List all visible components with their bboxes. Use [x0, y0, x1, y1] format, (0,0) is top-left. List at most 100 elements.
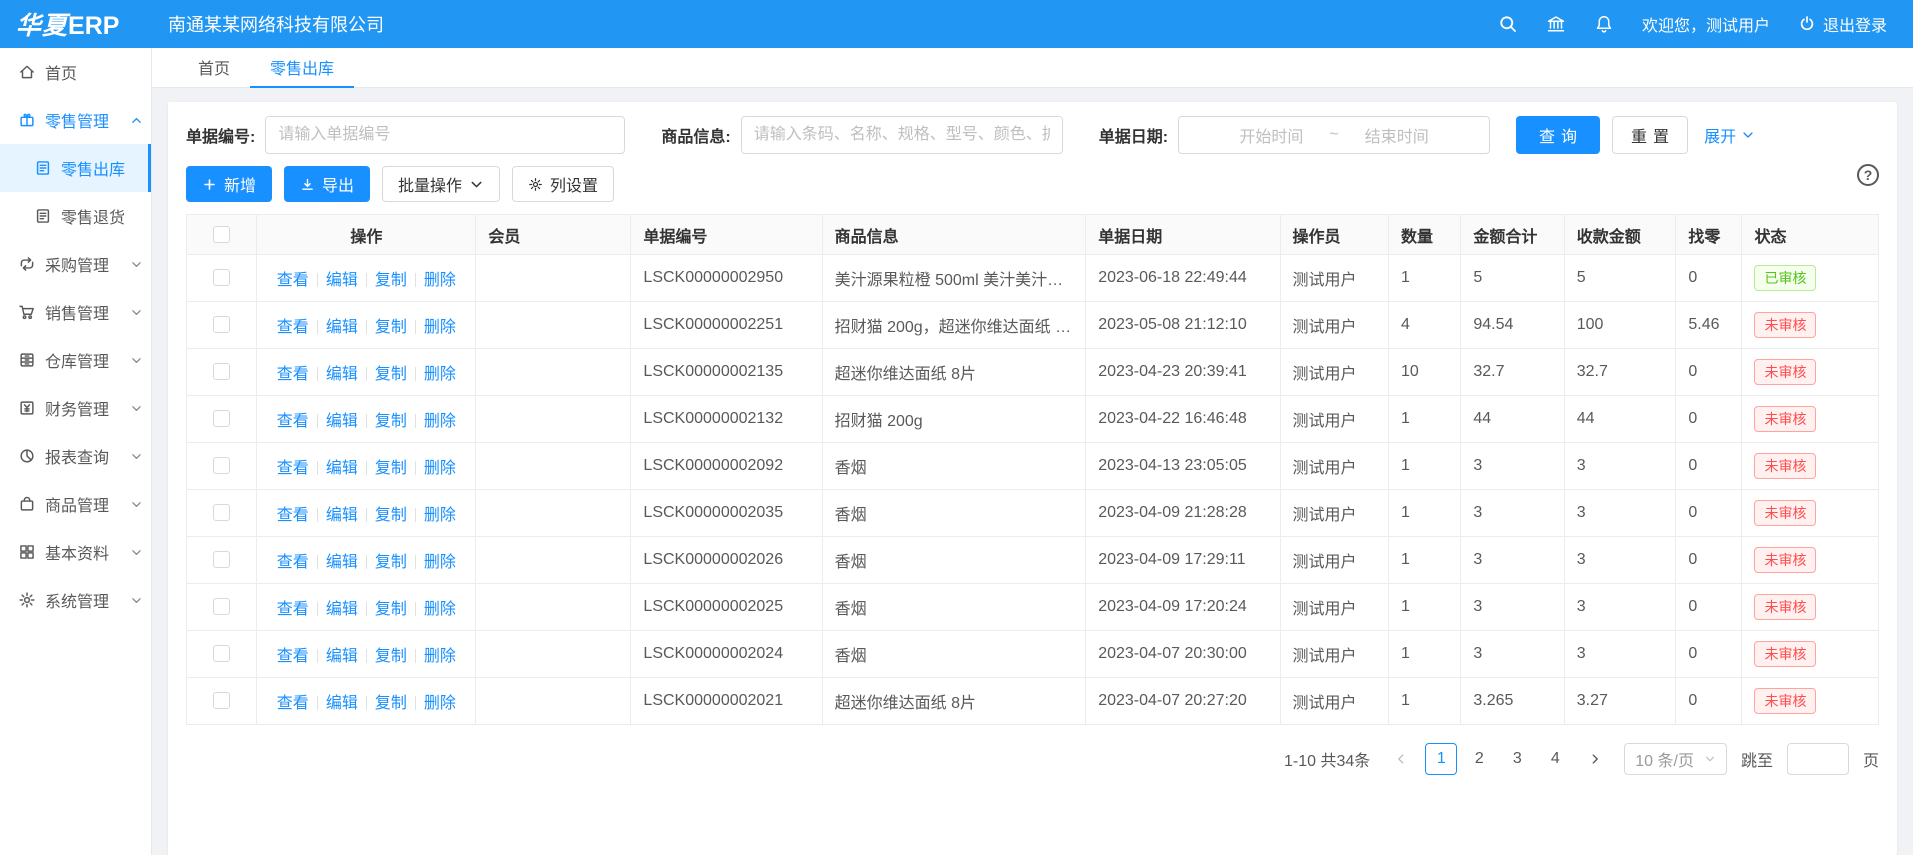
- row-checkbox[interactable]: [213, 316, 230, 333]
- row-action-view[interactable]: 查看: [277, 413, 309, 430]
- row-action-edit[interactable]: 编辑: [326, 272, 358, 289]
- pagination: 1-10 共34条 1234 10 条/页 跳至 页: [186, 743, 1879, 775]
- bell-icon[interactable]: [1594, 14, 1614, 34]
- search-icon[interactable]: [1498, 14, 1518, 34]
- row-action-delete[interactable]: 删除: [424, 319, 456, 336]
- row-action-delete[interactable]: 删除: [424, 413, 456, 430]
- help-icon[interactable]: ?: [1857, 164, 1879, 186]
- sidebar-item-report-query[interactable]: 报表查询: [0, 432, 151, 480]
- row-action-delete[interactable]: 删除: [424, 272, 456, 289]
- action-separator: [366, 461, 367, 475]
- expand-link[interactable]: 展开: [1704, 123, 1755, 147]
- row-checkbox[interactable]: [213, 692, 230, 709]
- prev-page-button[interactable]: [1386, 744, 1416, 774]
- sidebar-item-system-manage[interactable]: 系统管理: [0, 576, 151, 624]
- sidebar-item-basic-data[interactable]: 基本资料: [0, 528, 151, 576]
- row-action-delete[interactable]: 删除: [424, 695, 456, 712]
- row-action-delete[interactable]: 删除: [424, 648, 456, 665]
- row-checkbox[interactable]: [213, 269, 230, 286]
- row-action-view[interactable]: 查看: [277, 460, 309, 477]
- page-button-1[interactable]: 1: [1425, 743, 1457, 775]
- row-action-copy[interactable]: 复制: [375, 319, 407, 336]
- page-button-4[interactable]: 4: [1539, 743, 1571, 775]
- export-button[interactable]: 导出: [284, 166, 370, 202]
- column-settings-button[interactable]: 列设置: [512, 166, 614, 202]
- row-checkbox[interactable]: [213, 645, 230, 662]
- cell-change: 0: [1676, 443, 1742, 490]
- sidebar-item-label: 首页: [45, 60, 143, 84]
- sidebar-item-retail-outbound[interactable]: 零售出库: [0, 144, 151, 192]
- row-action-copy[interactable]: 复制: [375, 554, 407, 571]
- page-size-select[interactable]: 10 条/页: [1624, 743, 1727, 775]
- search-button[interactable]: 查询: [1516, 116, 1600, 154]
- row-checkbox[interactable]: [213, 551, 230, 568]
- row-checkbox[interactable]: [213, 457, 230, 474]
- row-action-edit[interactable]: 编辑: [326, 601, 358, 618]
- page-button-2[interactable]: 2: [1463, 743, 1495, 775]
- row-action-edit[interactable]: 编辑: [326, 554, 358, 571]
- chevron-down-icon: [469, 177, 484, 192]
- row-action-view[interactable]: 查看: [277, 695, 309, 712]
- bill-no-input[interactable]: [265, 116, 625, 154]
- row-action-edit[interactable]: 编辑: [326, 366, 358, 383]
- sidebar-item-purchase-manage[interactable]: 采购管理: [0, 240, 151, 288]
- action-separator: [415, 414, 416, 428]
- row-action-view[interactable]: 查看: [277, 272, 309, 289]
- row-action-view[interactable]: 查看: [277, 601, 309, 618]
- row-action-edit[interactable]: 编辑: [326, 507, 358, 524]
- tab-retail-outbound[interactable]: 零售出库: [250, 48, 354, 88]
- sidebar-item-goods-manage[interactable]: 商品管理: [0, 480, 151, 528]
- topbar: 华夏ERP 南通某某网络科技有限公司 欢迎您，测试用户 退出登录: [0, 0, 1913, 48]
- sidebar-item-warehouse-manage[interactable]: 仓库管理: [0, 336, 151, 384]
- row-action-copy[interactable]: 复制: [375, 507, 407, 524]
- reset-button[interactable]: 重置: [1612, 116, 1688, 154]
- row-action-edit[interactable]: 编辑: [326, 319, 358, 336]
- row-action-delete[interactable]: 删除: [424, 601, 456, 618]
- row-checkbox[interactable]: [213, 598, 230, 615]
- add-button[interactable]: 新增: [186, 166, 272, 202]
- tab-home[interactable]: 首页: [178, 48, 250, 88]
- row-action-copy[interactable]: 复制: [375, 366, 407, 383]
- row-action-edit[interactable]: 编辑: [326, 460, 358, 477]
- cell-bill_no: LSCK00000002251: [631, 302, 822, 349]
- row-action-copy[interactable]: 复制: [375, 695, 407, 712]
- row-action-copy[interactable]: 复制: [375, 272, 407, 289]
- sidebar-item-sales-manage[interactable]: 销售管理: [0, 288, 151, 336]
- row-checkbox[interactable]: [213, 504, 230, 521]
- row-checkbox[interactable]: [213, 363, 230, 380]
- sidebar-item-finance-manage[interactable]: 财务管理: [0, 384, 151, 432]
- row-action-delete[interactable]: 删除: [424, 460, 456, 477]
- cell-received: 3: [1564, 631, 1676, 678]
- cell-received: 3: [1564, 490, 1676, 537]
- row-action-edit[interactable]: 编辑: [326, 413, 358, 430]
- row-action-edit[interactable]: 编辑: [326, 695, 358, 712]
- row-action-delete[interactable]: 删除: [424, 507, 456, 524]
- next-page-button[interactable]: [1580, 744, 1610, 774]
- row-action-view[interactable]: 查看: [277, 366, 309, 383]
- row-action-view[interactable]: 查看: [277, 648, 309, 665]
- row-action-copy[interactable]: 复制: [375, 601, 407, 618]
- sidebar-item-retail-manage[interactable]: 零售管理: [0, 96, 151, 144]
- row-checkbox[interactable]: [213, 410, 230, 427]
- row-action-view[interactable]: 查看: [277, 319, 309, 336]
- product-info-input[interactable]: [741, 116, 1063, 154]
- bank-icon[interactable]: [1546, 14, 1566, 34]
- date-range-picker[interactable]: 开始时间 ~ 结束时间: [1178, 116, 1490, 154]
- page-button-3[interactable]: 3: [1501, 743, 1533, 775]
- row-action-delete[interactable]: 删除: [424, 366, 456, 383]
- batch-operation-button[interactable]: 批量操作: [382, 166, 500, 202]
- sidebar-item-retail-return[interactable]: 零售退货: [0, 192, 151, 240]
- row-action-copy[interactable]: 复制: [375, 460, 407, 477]
- row-action-view[interactable]: 查看: [277, 507, 309, 524]
- row-action-view[interactable]: 查看: [277, 554, 309, 571]
- logout-button[interactable]: 退出登录: [1798, 12, 1887, 36]
- row-action-copy[interactable]: 复制: [375, 648, 407, 665]
- cell-bill_no: LSCK00000002135: [631, 349, 822, 396]
- sidebar-item-home[interactable]: 首页: [0, 48, 151, 96]
- select-all-checkbox[interactable]: [213, 226, 230, 243]
- cell-change: 0: [1676, 678, 1742, 725]
- row-action-delete[interactable]: 删除: [424, 554, 456, 571]
- jump-page-input[interactable]: [1787, 743, 1849, 775]
- row-action-copy[interactable]: 复制: [375, 413, 407, 430]
- row-action-edit[interactable]: 编辑: [326, 648, 358, 665]
